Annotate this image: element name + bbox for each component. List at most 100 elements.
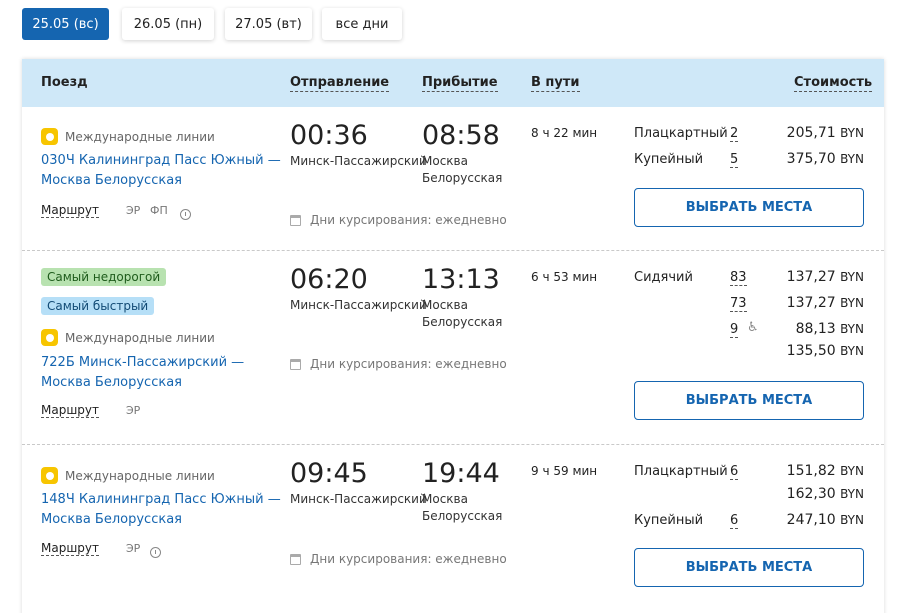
fare-seats[interactable]: 83 <box>730 270 747 286</box>
fare-price-value: 151,82 <box>786 463 836 479</box>
fare-price: 135,50 BYN <box>774 343 864 359</box>
route-link[interactable]: Маршрут <box>41 403 100 418</box>
fare-price-value: 205,71 <box>786 125 836 141</box>
running-days: Дни курсирования: ежедневно <box>290 357 507 371</box>
arrival-station-line2: Белорусская <box>422 315 503 329</box>
calendar-icon <box>290 358 301 370</box>
clock-icon <box>180 209 191 220</box>
fare-class: Купейный <box>634 152 704 167</box>
fare-price: 137,27 BYN <box>774 269 864 285</box>
date-tab-25-05[interactable]: 25.05 (вс) <box>22 8 109 40</box>
fare-seats[interactable]: 9 <box>730 322 739 338</box>
fare-currency: BYN <box>840 322 864 336</box>
fare-class: Сидячий <box>634 270 693 285</box>
fare-currency: BYN <box>840 513 864 527</box>
fare-currency: BYN <box>840 126 864 140</box>
fare-price: 205,71 BYN <box>774 125 864 141</box>
select-seats-button[interactable]: ВЫБРАТЬ МЕСТА <box>634 188 864 227</box>
code-er: ЭР <box>126 542 141 555</box>
train-name-line1: 030Ч Калининград Пасс Южный — <box>41 153 281 168</box>
yellow-logo-icon <box>41 329 58 346</box>
select-seats-button[interactable]: ВЫБРАТЬ МЕСТА <box>634 381 864 420</box>
arrival-station-line1: Москва <box>422 492 468 506</box>
cheapest-badge: Самый недорогой <box>41 268 167 286</box>
train-row: Международные линии 030Ч Калининград Пас… <box>22 107 884 250</box>
arrival-station: Москва Белорусская <box>422 297 502 331</box>
calendar-icon <box>290 553 301 565</box>
fare-price-value: 247,10 <box>786 512 836 528</box>
train-name-line1: 148Ч Калининград Пасс Южный — <box>41 492 281 507</box>
departure-station: Минск-Пассажирский <box>290 154 427 168</box>
carrier-label: Международные линии <box>65 468 215 483</box>
arrival-station-line1: Москва <box>422 154 468 168</box>
running-days-label: Дни курсирования: ежедневно <box>310 552 507 566</box>
departure-station: Минск-Пассажирский <box>290 492 427 506</box>
travel-duration: 8 ч 22 мин <box>531 126 598 140</box>
train-row: Самый недорогой Самый быстрый Международ… <box>22 251 884 444</box>
code-er: ЭР <box>126 204 141 217</box>
yellow-logo-icon <box>41 128 58 145</box>
running-days-label: Дни курсирования: ежедневно <box>310 213 507 227</box>
date-tab-27-05[interactable]: 27.05 (вт) <box>225 8 312 40</box>
date-tab-all-days[interactable]: все дни <box>322 8 402 40</box>
select-seats-button[interactable]: ВЫБРАТЬ МЕСТА <box>634 548 864 587</box>
fare-price-value: 375,70 <box>786 151 836 167</box>
fare-seats[interactable]: 6 <box>730 464 739 480</box>
travel-duration: 6 ч 53 мин <box>531 270 598 284</box>
departure-time: 09:45 <box>290 458 368 489</box>
train-name-line1: 722Б Минск-Пассажирский — <box>41 355 245 370</box>
arrival-time: 08:58 <box>422 120 500 151</box>
code-er: ЭР <box>126 404 141 417</box>
clock-icon <box>150 547 161 558</box>
train-name-link[interactable]: 030Ч Калининград Пасс Южный — Москва Бел… <box>41 151 281 191</box>
running-days: Дни курсирования: ежедневно <box>290 552 507 566</box>
fare-price: 162,30 BYN <box>774 486 864 502</box>
fare-price-value: 135,50 <box>786 343 836 359</box>
fare-currency: BYN <box>840 344 864 358</box>
fare-seats[interactable]: 6 <box>730 513 739 529</box>
departure-station: Минск-Пассажирский <box>290 298 427 312</box>
header-train: Поезд <box>41 75 88 90</box>
fastest-badge: Самый быстрый <box>41 297 155 315</box>
header-departure-sort[interactable]: Отправление <box>290 75 390 92</box>
departure-time: 06:20 <box>290 264 368 295</box>
fare-price: 137,27 BYN <box>774 295 864 311</box>
fare-seats[interactable]: 73 <box>730 296 747 312</box>
fare-price: 247,10 BYN <box>774 512 864 528</box>
table-header: Поезд Отправление Прибытие В пути Стоимо… <box>22 59 884 107</box>
header-arrival-sort[interactable]: Прибытие <box>422 75 498 92</box>
wheelchair-icon: ♿ <box>747 320 759 335</box>
carrier: Международные линии <box>41 329 215 346</box>
fare-price: 88,13 BYN <box>774 321 864 337</box>
fare-seats[interactable]: 2 <box>730 126 739 142</box>
travel-duration: 9 ч 59 мин <box>531 464 598 478</box>
calendar-icon <box>290 214 301 226</box>
arrival-station-line2: Белорусская <box>422 509 503 523</box>
train-name-link[interactable]: 148Ч Калининград Пасс Южный — Москва Бел… <box>41 490 281 530</box>
train-name-link[interactable]: 722Б Минск-Пассажирский — Москва Белорус… <box>41 353 281 393</box>
arrival-station-line2: Белорусская <box>422 171 503 185</box>
carrier-label: Международные линии <box>65 330 215 345</box>
route-link[interactable]: Маршрут <box>41 541 100 556</box>
fare-currency: BYN <box>840 487 864 501</box>
train-name-line2: Москва Белорусская <box>41 375 182 390</box>
header-cost-sort[interactable]: Стоимость <box>794 75 873 92</box>
fare-price-value: 137,27 <box>786 269 836 285</box>
fare-currency: BYN <box>840 296 864 310</box>
route-link[interactable]: Маршрут <box>41 203 100 218</box>
fare-price-value: 162,30 <box>786 486 836 502</box>
departure-time: 00:36 <box>290 120 368 151</box>
date-tab-26-05[interactable]: 26.05 (пн) <box>122 8 214 40</box>
arrival-station: Москва Белорусская <box>422 153 502 187</box>
fare-seats[interactable]: 5 <box>730 152 739 168</box>
fare-price-value: 137,27 <box>786 295 836 311</box>
fare-currency: BYN <box>840 464 864 478</box>
carrier: Международные линии <box>41 128 215 145</box>
fare-currency: BYN <box>840 152 864 166</box>
fare-price-value: 88,13 <box>795 321 836 337</box>
fare-price: 151,82 BYN <box>774 463 864 479</box>
header-duration-sort[interactable]: В пути <box>531 75 580 92</box>
train-row: Международные линии 148Ч Калининград Пас… <box>22 445 884 613</box>
code-fp: ФП <box>150 204 168 217</box>
fare-class: Плацкартный <box>634 464 728 479</box>
